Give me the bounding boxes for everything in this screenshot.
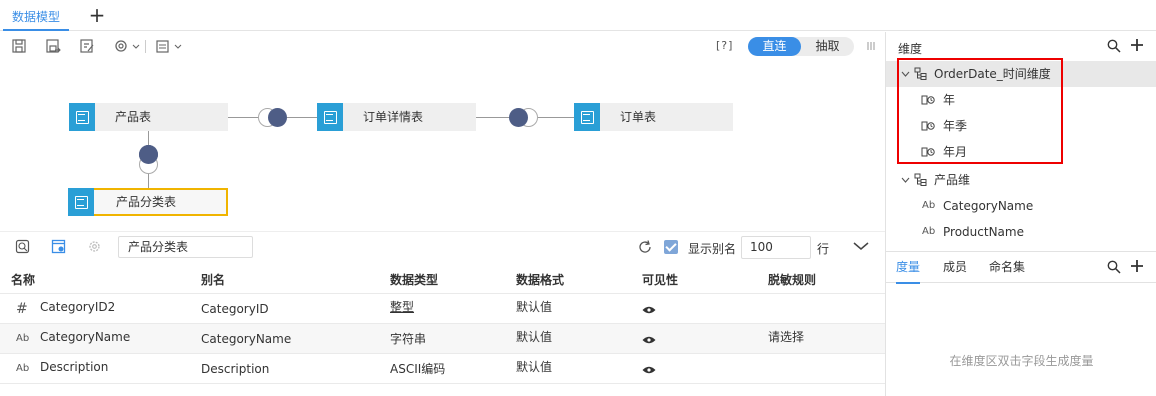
gear-icon[interactable] — [87, 239, 102, 254]
table-node-label: 产品表 — [115, 110, 152, 124]
field-alias[interactable]: CategoryID — [201, 294, 269, 324]
add-icon[interactable] — [1130, 259, 1144, 273]
column-header-alias[interactable]: 别名 — [201, 271, 225, 288]
tree-item-product-dimension[interactable]: 产品维 — [886, 167, 1156, 193]
field-alias[interactable]: Description — [201, 354, 269, 384]
measure-empty-hint: 在维度区双击字段生成度量 — [949, 354, 1094, 368]
table-node-product-category[interactable]: 产品分类表 — [68, 188, 228, 216]
eye-icon[interactable] — [642, 336, 656, 344]
highlight-annotation-box — [897, 58, 1063, 164]
column-header-data-format[interactable]: 数据格式 — [516, 271, 564, 288]
join-circle-left[interactable] — [509, 108, 528, 127]
table-node-label: 产品分类表 — [116, 195, 177, 209]
table-icon — [69, 103, 95, 131]
refresh-icon[interactable] — [637, 239, 653, 255]
join-line — [287, 117, 317, 118]
settings-dropdown-icon[interactable] — [113, 38, 141, 54]
column-header-masking-rule[interactable]: 脱敏规则 — [768, 271, 816, 288]
field-masking-rule[interactable]: 请选择 — [768, 322, 804, 352]
add-icon[interactable] — [1130, 38, 1144, 52]
table-icon — [317, 103, 343, 131]
text-type-icon: Ab — [16, 333, 30, 344]
join-line — [476, 117, 509, 118]
chevron-down-icon[interactable] — [852, 239, 870, 253]
join-circle-top-overlay — [139, 145, 158, 164]
field-data-format[interactable]: 默认值 — [516, 352, 552, 382]
table-filter-input[interactable]: 产品分类表 — [118, 236, 253, 258]
column-header-visibility[interactable]: 可见性 — [642, 271, 678, 288]
search-icon[interactable] — [1107, 39, 1121, 53]
table-node-label: 订单详情表 — [363, 110, 424, 124]
join-line — [538, 117, 574, 118]
edit-icon[interactable] — [79, 38, 95, 54]
table-header-row — [0, 262, 885, 294]
mode-direct-button[interactable]: 直连 — [748, 37, 801, 56]
column-header-data-type[interactable]: 数据类型 — [390, 271, 438, 288]
field-name: CategoryName — [40, 330, 131, 344]
data-source-dropdown-icon[interactable] — [155, 38, 183, 54]
panel-collapse-icon[interactable] — [866, 40, 876, 52]
show-alias-label: 显示别名 — [688, 242, 737, 256]
help-button[interactable]: [?] — [716, 39, 733, 52]
column-header-name[interactable]: 名称 — [11, 271, 35, 288]
field-settings-icon[interactable] — [51, 239, 66, 254]
field-data-format[interactable]: 默认值 — [516, 292, 552, 322]
chevron-down-icon[interactable] — [901, 177, 910, 183]
tree-item-product-name[interactable]: Ab ProductName — [886, 219, 1156, 245]
table-row[interactable]: Ab CategoryName CategoryName 字符串 默认值 请选择 — [0, 324, 885, 354]
join-line — [148, 174, 149, 188]
table-row[interactable]: # CategoryID2 CategoryID 整型 默认值 — [0, 294, 885, 324]
table-node-order-details[interactable]: 订单详情表 — [317, 103, 476, 131]
text-type-icon: Ab — [16, 363, 30, 374]
field-name: CategoryID2 — [40, 300, 116, 314]
add-tab-button[interactable]: + — [88, 5, 106, 25]
search-icon[interactable] — [1107, 260, 1121, 274]
preview-icon[interactable] — [15, 239, 30, 254]
tab-bar: 数据模型 + — [0, 0, 1156, 31]
row-count-input[interactable]: 100 — [741, 236, 811, 259]
measure-tab-bar: 度量 成员 命名集 — [886, 251, 1156, 284]
field-data-type[interactable]: 字符串 — [390, 324, 426, 354]
text-field-icon: Ab — [922, 226, 936, 237]
join-line — [228, 117, 258, 118]
join-circle-right[interactable] — [268, 108, 287, 127]
save-as-icon[interactable] — [45, 38, 61, 54]
table-row[interactable]: Ab Description Description ASCII编码 默认值 — [0, 354, 885, 384]
field-data-type[interactable]: ASCII编码 — [390, 354, 445, 384]
field-alias[interactable]: CategoryName — [201, 324, 291, 354]
row-count-unit: 行 — [817, 242, 830, 256]
mode-switch: 直连 抽取 — [748, 37, 854, 56]
tab-measures[interactable]: 度量 — [896, 252, 921, 284]
join-line — [148, 131, 149, 145]
tab-members[interactable]: 成员 — [943, 252, 967, 282]
field-data-type[interactable]: 整型 — [390, 292, 414, 322]
toolbar-divider — [145, 40, 146, 53]
tree-item-category-name[interactable]: Ab CategoryName — [886, 193, 1156, 219]
eye-icon[interactable] — [642, 366, 656, 374]
mode-extract-button[interactable]: 抽取 — [801, 37, 854, 56]
table-node-label: 订单表 — [620, 110, 657, 124]
eye-icon[interactable] — [642, 306, 656, 314]
table-icon — [574, 103, 600, 131]
save-icon[interactable] — [11, 38, 27, 54]
table-node-orders[interactable]: 订单表 — [574, 103, 733, 131]
tree-item-label: 产品维 — [934, 173, 971, 187]
table-icon — [68, 188, 94, 216]
text-field-icon: Ab — [922, 200, 936, 211]
divider — [0, 231, 885, 232]
tab-data-model[interactable]: 数据模型 — [3, 0, 69, 31]
show-alias-checkbox[interactable] — [664, 240, 678, 254]
tree-item-label: CategoryName — [943, 199, 1034, 213]
dimension-title: 维度 — [898, 42, 923, 56]
table-node-product[interactable]: 产品表 — [69, 103, 228, 131]
hierarchy-icon — [914, 173, 927, 186]
integer-type-icon: # — [16, 301, 28, 317]
tree-item-label: ProductName — [943, 225, 1024, 239]
field-name: Description — [40, 360, 109, 374]
field-data-format[interactable]: 默认值 — [516, 322, 552, 352]
tab-named-sets[interactable]: 命名集 — [989, 252, 1025, 282]
